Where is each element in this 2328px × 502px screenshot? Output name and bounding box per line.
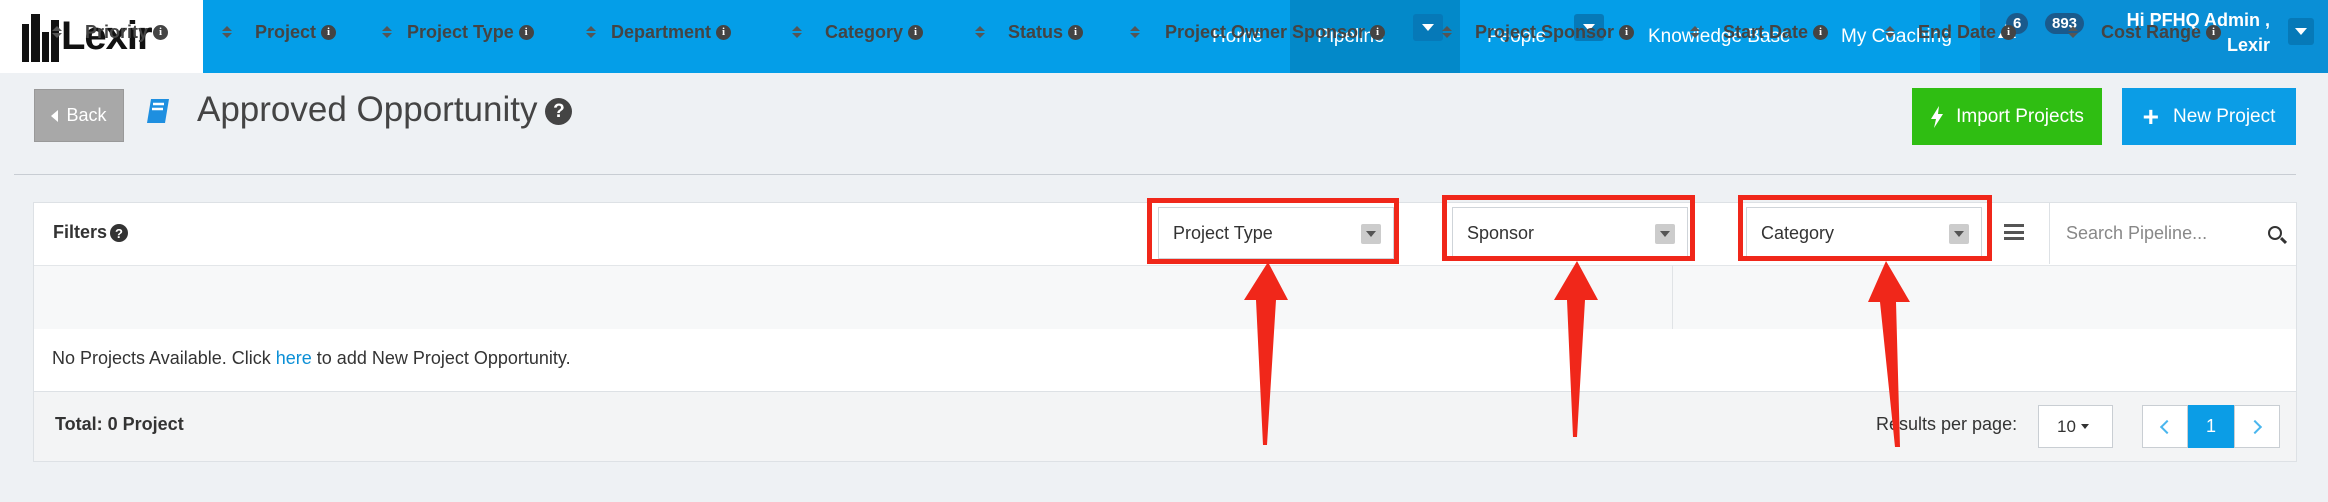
column-category-label: Category bbox=[825, 21, 904, 42]
filters-label: Filters? bbox=[53, 222, 129, 243]
caret-left-icon bbox=[51, 109, 59, 122]
column-menu-icon[interactable] bbox=[2004, 224, 2024, 240]
column-end-date[interactable]: End Date i bbox=[1885, 0, 2017, 64]
info-icon: i bbox=[518, 24, 534, 40]
column-status[interactable]: Status i bbox=[975, 0, 1084, 64]
search-icon[interactable] bbox=[2268, 226, 2282, 240]
column-project-label: Project bbox=[255, 21, 317, 42]
column-cost-range-label: Cost Range bbox=[2101, 21, 2202, 42]
column-start-date-label: Start Date bbox=[1723, 21, 1809, 42]
column-cost-range[interactable]: Cost Range i bbox=[2068, 0, 2222, 64]
question-circle-icon[interactable]: ? bbox=[545, 98, 573, 126]
column-department[interactable]: Department i bbox=[586, 0, 732, 64]
highlight-box-sponsor bbox=[1442, 195, 1695, 261]
add-opportunity-link[interactable]: here bbox=[276, 348, 312, 368]
prev-page-button[interactable] bbox=[2142, 405, 2188, 448]
next-page-button[interactable] bbox=[2234, 405, 2280, 448]
total-count: Total: 0 Project bbox=[55, 414, 184, 434]
column-start-date[interactable]: Start Date i bbox=[1690, 0, 1829, 64]
results-per-page-select[interactable]: 10 bbox=[2038, 405, 2113, 448]
info-icon: i bbox=[908, 24, 924, 40]
empty-state-suffix: to add New Project Opportunity. bbox=[311, 348, 571, 368]
empty-state-prefix: No Projects Available. Click bbox=[52, 348, 276, 368]
column-end-date-label: End Date bbox=[1918, 21, 1997, 42]
sort-icon[interactable] bbox=[586, 26, 596, 38]
info-icon: i bbox=[1619, 24, 1635, 40]
user-menu-dropdown-icon[interactable] bbox=[2288, 18, 2314, 45]
info-icon: i bbox=[2206, 24, 2222, 40]
pagination: 1 bbox=[2142, 405, 2280, 448]
info-icon: i bbox=[1813, 24, 1829, 40]
sort-icon[interactable] bbox=[2068, 26, 2078, 38]
chevron-right-icon bbox=[2247, 419, 2263, 434]
import-projects-button[interactable]: Import Projects bbox=[1912, 88, 2102, 145]
column-project-owner-sponsor-label: Project Owner Sponsor bbox=[1165, 21, 1366, 42]
column-priority-label: Priority bbox=[85, 21, 149, 42]
sort-icon[interactable] bbox=[1442, 26, 1452, 38]
sort-icon[interactable] bbox=[1690, 26, 1700, 38]
highlight-box-project-type bbox=[1147, 198, 1399, 264]
search-placeholder: Search Pipeline... bbox=[2066, 223, 2208, 243]
column-category[interactable]: Category i bbox=[792, 0, 924, 64]
new-project-label: New Project bbox=[2172, 105, 2276, 127]
info-icon: i bbox=[153, 24, 169, 40]
back-button[interactable]: Back bbox=[34, 89, 124, 142]
plus-icon: + bbox=[2142, 100, 2159, 132]
info-icon: i bbox=[1370, 24, 1386, 40]
sort-icon[interactable] bbox=[382, 26, 392, 38]
column-separator bbox=[1672, 265, 1673, 329]
results-per-page-value: 10 bbox=[2057, 416, 2076, 436]
column-project-type[interactable]: Project Type i bbox=[382, 0, 534, 64]
book-icon bbox=[147, 99, 169, 123]
sort-icon[interactable] bbox=[222, 26, 232, 38]
import-projects-label: Import Projects bbox=[1956, 105, 2084, 127]
info-icon: i bbox=[1068, 24, 1084, 40]
page-button[interactable]: 1 bbox=[2188, 405, 2234, 448]
pipeline-dropdown-icon[interactable] bbox=[1413, 14, 1443, 41]
page-title: Approved Opportunity? bbox=[197, 90, 573, 130]
column-project-sponsor-label: Project Sponsor bbox=[1475, 21, 1615, 42]
sort-icon[interactable] bbox=[52, 26, 62, 38]
column-priority[interactable]: Priority i bbox=[52, 0, 169, 64]
column-department-label: Department bbox=[611, 21, 712, 42]
sort-icon[interactable] bbox=[1130, 26, 1140, 38]
column-project-owner-sponsor[interactable]: Project Owner Sponsor i bbox=[1130, 0, 1386, 64]
back-button-label: Back bbox=[66, 105, 107, 125]
info-icon: i bbox=[716, 24, 732, 40]
table-header bbox=[34, 265, 2296, 329]
results-per-page-label: Results per page: bbox=[1876, 414, 2018, 434]
page-title-text: Approved Opportunity bbox=[197, 90, 538, 129]
info-icon: i bbox=[321, 24, 337, 40]
highlight-box-category bbox=[1738, 195, 1992, 261]
new-project-button[interactable]: + New Project bbox=[2122, 88, 2296, 145]
column-project[interactable]: Project i bbox=[222, 0, 337, 64]
info-icon: i bbox=[2001, 24, 2017, 40]
chevron-left-icon bbox=[2159, 419, 2175, 434]
sort-icon[interactable] bbox=[792, 26, 802, 38]
sort-icon[interactable] bbox=[975, 26, 985, 38]
lightning-icon bbox=[1931, 105, 1944, 128]
empty-state-message: No Projects Available. Click here to add… bbox=[52, 348, 571, 369]
column-project-type-label: Project Type bbox=[407, 21, 514, 42]
column-project-sponsor[interactable]: Project Sponsor i bbox=[1442, 0, 1635, 64]
column-status-label: Status bbox=[1008, 21, 1064, 42]
question-circle-icon[interactable]: ? bbox=[110, 224, 129, 243]
search-pipeline-input[interactable]: Search Pipeline... bbox=[2049, 203, 2296, 264]
caret-down-icon bbox=[2080, 424, 2089, 429]
filters-label-text: Filters bbox=[53, 222, 108, 242]
sort-icon[interactable] bbox=[1885, 26, 1895, 38]
header-divider bbox=[14, 174, 2296, 175]
